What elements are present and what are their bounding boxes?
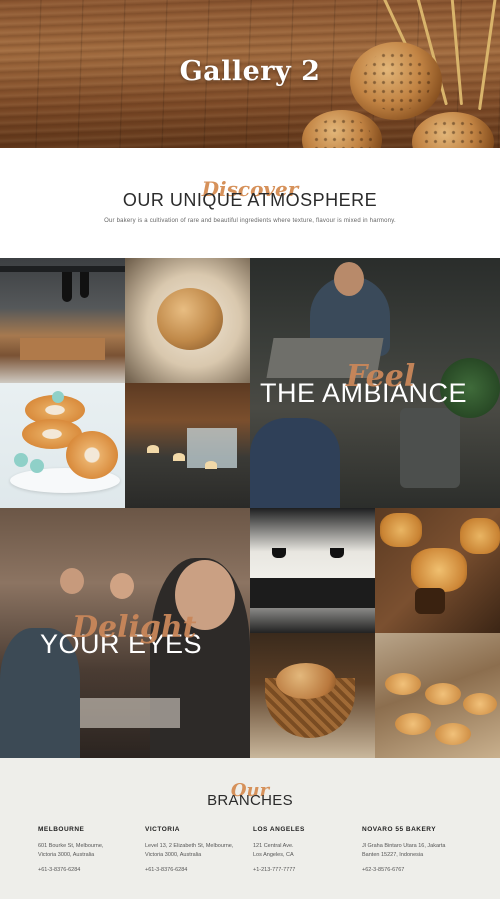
eyes-script: Delight	[72, 610, 197, 645]
hero-banner: Gallery 2	[0, 0, 500, 148]
gallery-photo-mooncakes[interactable]	[375, 508, 500, 633]
branch-phone[interactable]: +61-3-8376-6284	[38, 867, 148, 873]
branch-address: Level 13, 2 Elizabeth St, Melbourne, Vict…	[145, 843, 234, 858]
bread-bun-image	[412, 112, 494, 148]
branch-city: VICTORIA	[145, 826, 180, 833]
section-description: Our bakery is a cultivation of rare and …	[104, 218, 396, 224]
branch-phone[interactable]: +62-3-8576-6767	[362, 867, 482, 873]
discover-section: Discover OUR UNIQUE ATMOSPHERE Our baker…	[0, 148, 500, 258]
page-title: Gallery 2	[179, 56, 321, 87]
eyes-caption: Delight YOUR EYES	[40, 613, 202, 658]
branch-address: 601 Bourke St, Melbourne, Victoria 3000, …	[38, 843, 104, 858]
ambiance-caption: Feel THE AMBIANCE	[260, 362, 467, 407]
bread-bun-image	[302, 110, 382, 148]
branch-phone[interactable]: +61-3-8376-6284	[145, 867, 255, 873]
gallery-photo-cafe-hall[interactable]	[125, 383, 250, 508]
gallery-photo-bread-loaf[interactable]	[125, 258, 250, 383]
branch-address: 121 Central Ave. Los Angeles, CA	[253, 843, 294, 858]
branch-city: LOS ANGELES	[253, 826, 305, 833]
gallery-photo-donuts[interactable]	[0, 383, 125, 508]
branch-city: MELBOURNE	[38, 826, 85, 833]
gallery-photo-pastries-tray[interactable]	[375, 633, 500, 758]
gallery-photo-kitchen-counter[interactable]	[250, 508, 375, 633]
branch-phone[interactable]: +1-213-777-7777	[253, 867, 363, 873]
branch-victoria: VICTORIA Level 13, 2 Elizabeth St, Melbo…	[145, 826, 255, 873]
photo-gallery: Feel THE AMBIANCE Delight YOUR EYES	[0, 258, 500, 758]
branch-melbourne: MELBOURNE 601 Bourke St, Melbourne, Victo…	[38, 826, 148, 873]
section-heading: OUR UNIQUE ATMOSPHERE	[122, 190, 378, 210]
ambiance-script: Feel	[346, 359, 416, 394]
gallery-photo-bread-basket[interactable]	[250, 633, 375, 758]
gallery-photo-bakery-interior[interactable]	[0, 258, 125, 383]
branch-city: NOVARO 55 BAKERY	[362, 826, 437, 833]
branch-address: Jl Graha Bintaro Utara 16, Jakarta Banten…	[362, 843, 446, 858]
branches-section: Our BRANCHES MELBOURNE 601 Bourke St, Me…	[0, 758, 500, 899]
branch-novaro: NOVARO 55 BAKERY Jl Graha Bintaro Utara …	[362, 826, 482, 873]
branch-los-angeles: LOS ANGELES 121 Central Ave. Los Angeles,…	[253, 826, 363, 873]
branches-heading: BRANCHES	[207, 792, 293, 809]
